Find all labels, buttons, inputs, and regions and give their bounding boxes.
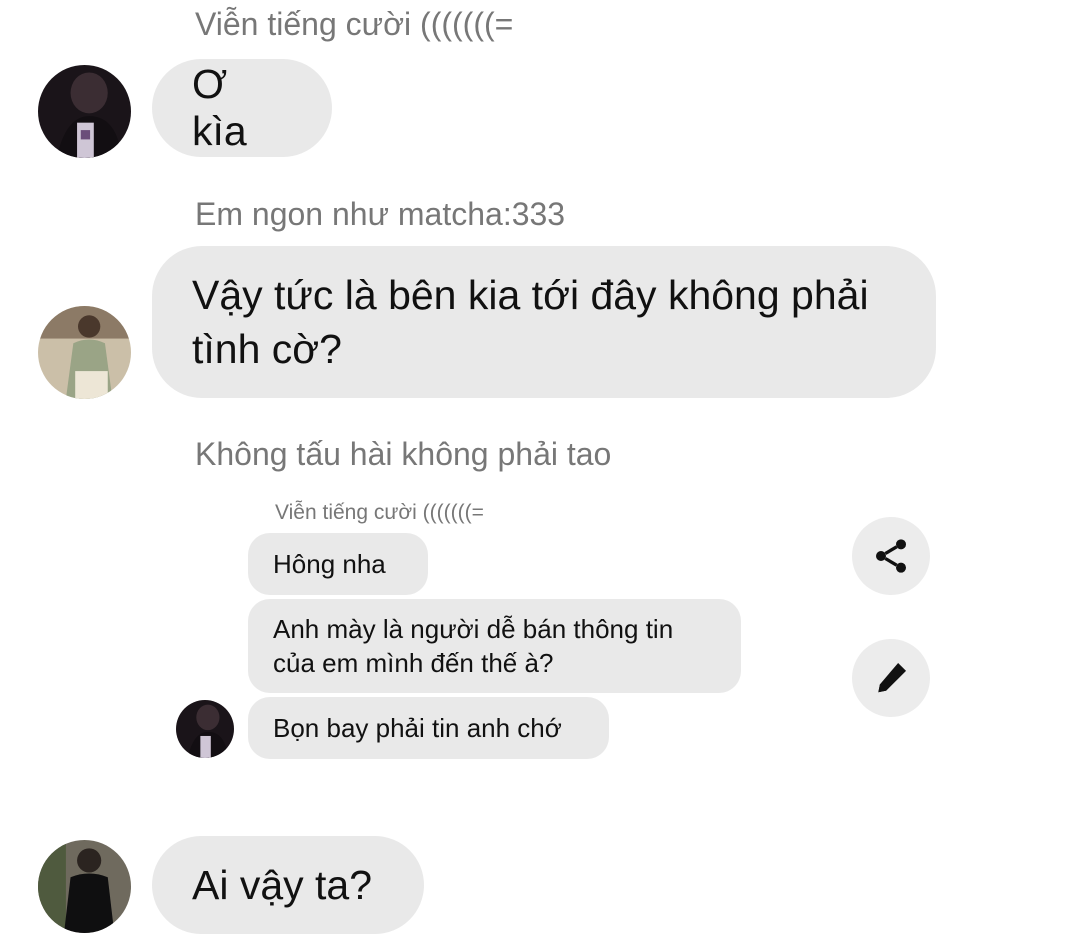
quoted-avatar[interactable]	[176, 700, 234, 758]
avatar-light-outfit-image	[38, 306, 131, 399]
message-text: Ai vậy ta?	[192, 861, 373, 908]
avatar-dark-portrait-small-image	[176, 700, 234, 758]
quoted-message-bubble[interactable]: Anh mày là người dễ bán thông tin của em…	[248, 599, 741, 693]
sender-name: Em ngon như matcha:333	[195, 196, 566, 232]
message-bubble[interactable]: Ai vậy ta?	[152, 836, 424, 934]
quoted-message-bubble[interactable]: Bọn bay phải tin anh chớ	[248, 697, 609, 759]
pencil-icon	[878, 662, 907, 693]
avatar[interactable]	[38, 65, 131, 158]
avatar[interactable]	[38, 840, 131, 933]
message-bubble[interactable]: Ơ kìa	[152, 59, 332, 157]
sender-name: Viễn tiếng cười (((((((=	[195, 6, 514, 42]
quoted-message-text: Anh mày là người dễ bán thông tin của em…	[273, 614, 674, 678]
quoted-message-bubble[interactable]: Hông nha	[248, 533, 428, 595]
message-bubble[interactable]: Vậy tức là bên kia tới đây không phải tì…	[152, 246, 936, 398]
avatar-dark-portrait-image	[38, 65, 131, 158]
avatar-black-outfit-image	[38, 840, 131, 933]
share-icon	[876, 539, 906, 573]
sender-name: Không tấu hài không phải tao	[195, 436, 612, 472]
edit-button[interactable]	[852, 639, 930, 717]
share-button[interactable]	[852, 517, 930, 595]
message-text: Vậy tức là bên kia tới đây không phải tì…	[192, 272, 869, 372]
quoted-sender-name: Viễn tiếng cười (((((((=	[275, 501, 484, 524]
quoted-message-text: Hông nha	[273, 548, 386, 579]
message-text: Ơ kìa	[192, 61, 247, 154]
quoted-message-text: Bọn bay phải tin anh chớ	[273, 712, 562, 743]
avatar[interactable]	[38, 306, 131, 399]
